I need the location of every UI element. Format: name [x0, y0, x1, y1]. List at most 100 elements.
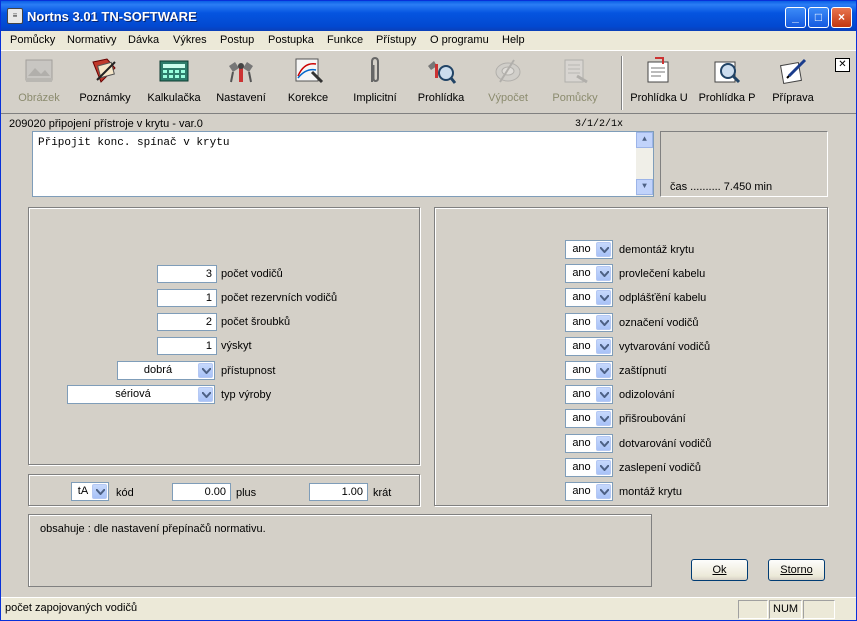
operation-value: ano — [572, 388, 591, 400]
info-text: obsahuje : dle nastavení přepínačů norma… — [40, 523, 266, 535]
chevron-down-icon[interactable] — [596, 315, 611, 330]
menu-postup[interactable]: Postup — [220, 34, 254, 46]
chevron-down-icon[interactable] — [92, 484, 107, 499]
access-value: dobrá — [143, 364, 173, 376]
tool-label: Výpočet — [488, 92, 528, 104]
operation-select[interactable]: ano — [565, 482, 613, 501]
operation-value: ano — [572, 340, 591, 352]
description-textarea[interactable]: Připojit konc. spínač v krytu ▲ ▼ — [32, 131, 654, 197]
menu-vykres[interactable]: Výkres — [173, 34, 207, 46]
description-text: Připojit konc. spínač v krytu — [38, 137, 230, 149]
minimize-button[interactable]: _ — [785, 7, 806, 28]
screw-count-input[interactable]: 2 — [157, 313, 217, 331]
status-pane-empty — [738, 600, 768, 619]
chevron-down-icon[interactable] — [596, 460, 611, 475]
production-type-select[interactable]: sériová — [67, 385, 215, 404]
inspect-u-icon — [647, 57, 669, 83]
wire-count-input[interactable]: 3 — [157, 265, 217, 283]
occurrence-label: výskyt — [221, 340, 252, 352]
chevron-down-icon[interactable] — [596, 411, 611, 426]
description-scrollbar[interactable]: ▲ ▼ — [636, 132, 653, 196]
operation-label: přišroubování — [619, 413, 686, 425]
operation-select[interactable]: ano — [565, 409, 613, 428]
time-value: čas .......... 7.450 min — [670, 181, 773, 193]
tool-label: Prohlídka — [417, 92, 465, 104]
scroll-up-button[interactable]: ▲ — [636, 132, 653, 148]
chevron-down-icon[interactable] — [596, 242, 611, 257]
ok-label: Ok — [712, 564, 727, 576]
operation-select[interactable]: ano — [565, 240, 613, 259]
ok-button[interactable]: Ok — [691, 559, 748, 581]
operation-select[interactable]: ano — [565, 288, 613, 307]
operation-value: ano — [572, 316, 591, 328]
plus-input[interactable]: 0.00 — [172, 483, 231, 501]
operation-select[interactable]: ano — [565, 337, 613, 356]
chevron-down-icon[interactable] — [596, 387, 611, 402]
menu-pristupy[interactable]: Přístupy — [376, 34, 416, 46]
operation-label: zaslepení vodičů — [619, 462, 701, 474]
tool-obrazek[interactable]: Obrázek — [13, 56, 65, 110]
tool-prohlidka-u[interactable]: Prohlídka U — [629, 56, 689, 110]
tool-pomucky[interactable]: Pomůcky — [549, 56, 601, 110]
operation-label: demontáž krytu — [619, 244, 695, 256]
tool-prohlidka[interactable]: Prohlídka — [415, 56, 467, 110]
chevron-down-icon[interactable] — [596, 484, 611, 499]
operation-label: dotvarování vodičů — [619, 438, 712, 450]
chevron-down-icon[interactable] — [198, 363, 213, 378]
times-input[interactable]: 1.00 — [309, 483, 368, 501]
tool-nastaveni[interactable]: Nastavení — [213, 56, 269, 110]
close-button[interactable]: × — [831, 7, 852, 28]
menu-postupka[interactable]: Postupka — [268, 34, 314, 46]
production-type-label: typ výroby — [221, 389, 272, 401]
tool-label: Prohlídka U — [630, 92, 688, 104]
tool-vypocet[interactable]: Výpočet — [485, 56, 531, 110]
chevron-down-icon[interactable] — [596, 339, 611, 354]
operation-select[interactable]: ano — [565, 361, 613, 380]
operation-label: vytvarování vodičů — [619, 341, 711, 353]
tool-priprava[interactable]: Příprava — [767, 56, 819, 110]
chevron-down-icon[interactable] — [596, 363, 611, 378]
operation-value: ano — [572, 243, 591, 255]
operation-select[interactable]: ano — [565, 313, 613, 332]
prepare-icon — [779, 58, 807, 85]
access-select[interactable]: dobrá — [117, 361, 215, 380]
tool-label: Kalkulačka — [147, 92, 201, 104]
item-title: 209020 připojení přístroje v krytu - var… — [9, 118, 203, 130]
scroll-down-button[interactable]: ▼ — [636, 179, 653, 195]
operation-value: ano — [572, 291, 591, 303]
menu-normativy[interactable]: Normativy — [67, 34, 117, 46]
tools-icon — [564, 59, 588, 84]
settings-icon — [229, 62, 253, 83]
tool-korekce[interactable]: Korekce — [283, 56, 333, 110]
operation-select[interactable]: ano — [565, 434, 613, 453]
reserve-wire-count-input[interactable]: 1 — [157, 289, 217, 307]
maximize-button[interactable]: □ — [808, 7, 829, 28]
app-icon[interactable]: ≡ — [7, 8, 23, 24]
chevron-down-icon[interactable] — [596, 266, 611, 281]
menu-o-programu[interactable]: O programu — [430, 34, 489, 46]
chevron-down-icon[interactable] — [198, 387, 213, 402]
code-select[interactable]: tA — [71, 482, 109, 501]
info-panel: obsahuje : dle nastavení přepínačů norma… — [28, 514, 652, 587]
occurrence-input[interactable]: 1 — [157, 337, 217, 355]
operation-select[interactable]: ano — [565, 458, 613, 477]
tool-implicitni[interactable]: Implicitní — [349, 56, 401, 110]
menu-pomucky[interactable]: Pomůcky — [10, 34, 55, 46]
cancel-button[interactable]: Storno — [768, 559, 825, 581]
menu-funkce[interactable]: Funkce — [327, 34, 363, 46]
title-bar[interactable]: ≡ Nortns 3.01 TN-SOFTWARE _ □ × — [1, 1, 856, 31]
tool-label: Prohlídka P — [698, 92, 756, 104]
operation-label: označení vodičů — [619, 317, 699, 329]
tool-poznamky[interactable]: Poznámky — [77, 56, 133, 110]
menu-help[interactable]: Help — [502, 34, 525, 46]
operation-label: montáž krytu — [619, 486, 682, 498]
operation-select[interactable]: ano — [565, 264, 613, 283]
menu-davka[interactable]: Dávka — [128, 34, 159, 46]
toolbar-close-button[interactable]: ✕ — [835, 58, 850, 72]
paperclip-icon — [371, 56, 379, 83]
operation-select[interactable]: ano — [565, 385, 613, 404]
chevron-down-icon[interactable] — [596, 436, 611, 451]
tool-kalkulacka[interactable]: Kalkulačka — [145, 56, 203, 110]
tool-prohlidka-p[interactable]: Prohlídka P — [697, 56, 757, 110]
chevron-down-icon[interactable] — [596, 290, 611, 305]
